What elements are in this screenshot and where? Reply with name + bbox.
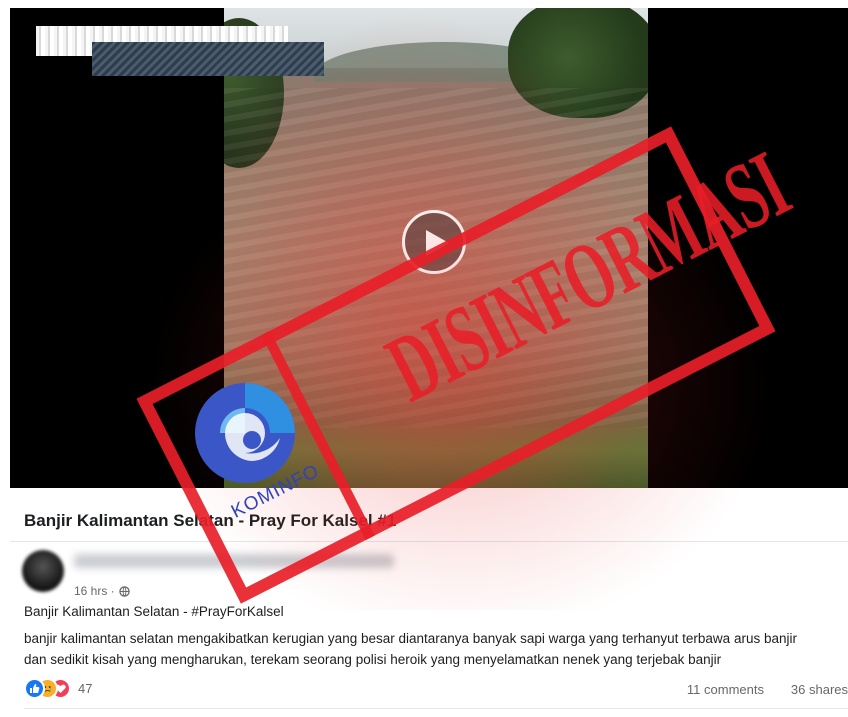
video-player[interactable] — [10, 8, 848, 488]
divider — [24, 708, 848, 709]
avatar[interactable] — [22, 550, 64, 592]
post-heading: Banjir Kalimantan Selatan - #PrayForKals… — [24, 604, 284, 619]
comments-count[interactable]: 11 comments — [687, 682, 764, 697]
play-icon — [426, 230, 449, 256]
author-name-blurred[interactable] — [74, 554, 394, 568]
post-header: 16 hrs · — [10, 542, 848, 600]
post-body-line: dan sedikit kisah yang mengharukan, tere… — [24, 652, 722, 667]
post-body: banjir kalimantan selatan mengakibatkan … — [24, 628, 844, 670]
censor-block — [92, 42, 324, 76]
reactions-bar: 47 11 comments 36 shares — [24, 678, 848, 700]
play-button[interactable] — [402, 210, 466, 274]
video-title[interactable]: Banjir Kalimantan Selatan - Pray For Kal… — [24, 511, 396, 531]
page: Banjir Kalimantan Selatan - Pray For Kal… — [0, 0, 848, 717]
shares-count[interactable]: 36 shares — [791, 682, 848, 697]
video-title-bar: Banjir Kalimantan Selatan - Pray For Kal… — [10, 488, 848, 542]
post-body-line: banjir kalimantan selatan mengakibatkan … — [24, 631, 797, 646]
reaction-count[interactable]: 47 — [78, 681, 92, 696]
globe-icon — [118, 586, 130, 597]
post-timestamp[interactable]: 16 hrs · — [74, 584, 130, 598]
like-icon[interactable] — [24, 678, 45, 699]
